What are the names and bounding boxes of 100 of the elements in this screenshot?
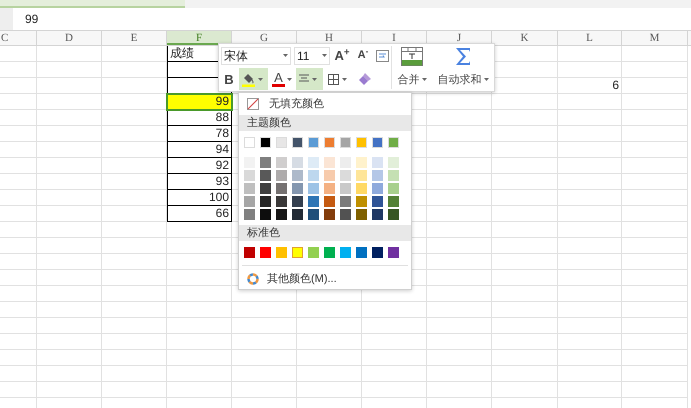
- color-swatch[interactable]: [356, 209, 367, 220]
- color-swatch[interactable]: [372, 137, 383, 148]
- merge-button[interactable]: 合并: [392, 44, 432, 91]
- color-swatch[interactable]: [388, 183, 399, 194]
- color-swatch[interactable]: [324, 170, 335, 181]
- column-header[interactable]: L: [558, 31, 622, 45]
- column-header[interactable]: M: [622, 31, 688, 45]
- color-swatch[interactable]: [292, 209, 303, 220]
- color-swatch[interactable]: [340, 209, 351, 220]
- table-cell: [622, 206, 688, 222]
- color-swatch[interactable]: [292, 183, 303, 194]
- color-swatch[interactable]: [372, 170, 383, 181]
- color-swatch[interactable]: [276, 247, 287, 258]
- color-swatch[interactable]: [356, 157, 367, 168]
- color-swatch[interactable]: [340, 137, 351, 148]
- color-swatch[interactable]: [276, 137, 287, 148]
- color-swatch[interactable]: [244, 209, 255, 220]
- color-swatch[interactable]: [356, 170, 367, 181]
- table-cell: [427, 318, 492, 334]
- color-swatch[interactable]: [292, 196, 303, 207]
- fill-color-button[interactable]: [239, 68, 268, 90]
- color-swatch[interactable]: [388, 196, 399, 207]
- color-swatch[interactable]: [308, 157, 319, 168]
- table-cell: [167, 318, 232, 334]
- font-size-select[interactable]: 11: [294, 46, 330, 65]
- font-color-underline: [272, 84, 285, 88]
- column-header[interactable]: F: [167, 31, 232, 45]
- sheet-tab[interactable]: [0, 0, 185, 8]
- color-swatch[interactable]: [244, 196, 255, 207]
- color-swatch[interactable]: [356, 196, 367, 207]
- table-cell: [37, 142, 102, 158]
- color-swatch[interactable]: [260, 209, 271, 220]
- shrink-font-button[interactable]: A$^{-}$: [354, 46, 372, 65]
- color-swatch[interactable]: [388, 157, 399, 168]
- color-swatch[interactable]: [356, 137, 367, 148]
- color-swatch[interactable]: [244, 247, 255, 258]
- color-swatch[interactable]: [388, 247, 399, 258]
- color-swatch[interactable]: [324, 209, 335, 220]
- no-fill-icon: [247, 98, 259, 110]
- color-swatch[interactable]: [260, 137, 271, 148]
- table-cell: [297, 366, 362, 382]
- table-cell: [622, 302, 688, 318]
- table-cell: [427, 238, 492, 254]
- color-swatch[interactable]: [340, 183, 351, 194]
- color-swatch[interactable]: [260, 183, 271, 194]
- color-swatch[interactable]: [308, 183, 319, 194]
- color-swatch[interactable]: [324, 196, 335, 207]
- color-swatch[interactable]: [244, 170, 255, 181]
- no-fill-option[interactable]: 无填充颜色: [239, 95, 411, 113]
- color-swatch[interactable]: [276, 196, 287, 207]
- autosum-button[interactable]: 自动求和: [432, 44, 494, 91]
- color-swatch[interactable]: [260, 157, 271, 168]
- color-swatch[interactable]: [308, 247, 319, 258]
- color-swatch[interactable]: [260, 196, 271, 207]
- color-swatch[interactable]: [308, 209, 319, 220]
- column-header[interactable]: D: [37, 31, 102, 45]
- caret-icon: [342, 78, 347, 81]
- column-header[interactable]: C: [0, 31, 37, 45]
- color-swatch[interactable]: [276, 209, 287, 220]
- color-swatch[interactable]: [356, 247, 367, 258]
- color-swatch[interactable]: [292, 157, 303, 168]
- align-button[interactable]: [296, 68, 323, 90]
- more-colors-option[interactable]: 其他颜色(M)...: [239, 269, 411, 289]
- color-swatch[interactable]: [292, 137, 303, 148]
- color-swatch[interactable]: [324, 137, 335, 148]
- color-swatch[interactable]: [388, 209, 399, 220]
- table-cell: [362, 318, 427, 334]
- bold-button[interactable]: B: [221, 69, 237, 90]
- color-swatch[interactable]: [244, 137, 255, 148]
- color-swatch[interactable]: [340, 170, 351, 181]
- color-swatch[interactable]: [372, 157, 383, 168]
- color-swatch[interactable]: [340, 196, 351, 207]
- color-swatch[interactable]: [388, 170, 399, 181]
- color-swatch[interactable]: [308, 196, 319, 207]
- color-swatch[interactable]: [260, 247, 271, 258]
- color-swatch[interactable]: [372, 196, 383, 207]
- color-swatch[interactable]: [244, 183, 255, 194]
- wrap-text-icon[interactable]: [376, 50, 389, 62]
- font-select[interactable]: 宋体: [221, 46, 291, 65]
- color-swatch[interactable]: [372, 183, 383, 194]
- color-swatch[interactable]: [324, 157, 335, 168]
- color-swatch[interactable]: [276, 183, 287, 194]
- color-swatch[interactable]: [324, 247, 335, 258]
- table-cell: [622, 46, 688, 62]
- color-swatch[interactable]: [372, 247, 383, 258]
- color-swatch[interactable]: [292, 170, 303, 181]
- color-swatch[interactable]: [308, 137, 319, 148]
- font-color-button[interactable]: A: [270, 68, 294, 90]
- color-swatch[interactable]: [324, 183, 335, 194]
- color-swatch[interactable]: [340, 247, 351, 258]
- color-swatch[interactable]: [260, 170, 271, 181]
- paint-brush-icon[interactable]: [358, 72, 372, 86]
- color-swatch[interactable]: [292, 247, 303, 258]
- color-swatch[interactable]: [276, 170, 287, 181]
- grow-font-button[interactable]: A$^{+}$: [333, 46, 351, 65]
- color-swatch[interactable]: [356, 183, 367, 194]
- color-swatch[interactable]: [388, 137, 399, 148]
- color-swatch[interactable]: [308, 170, 319, 181]
- color-swatch[interactable]: [372, 209, 383, 220]
- color-swatch[interactable]: [276, 157, 287, 168]
